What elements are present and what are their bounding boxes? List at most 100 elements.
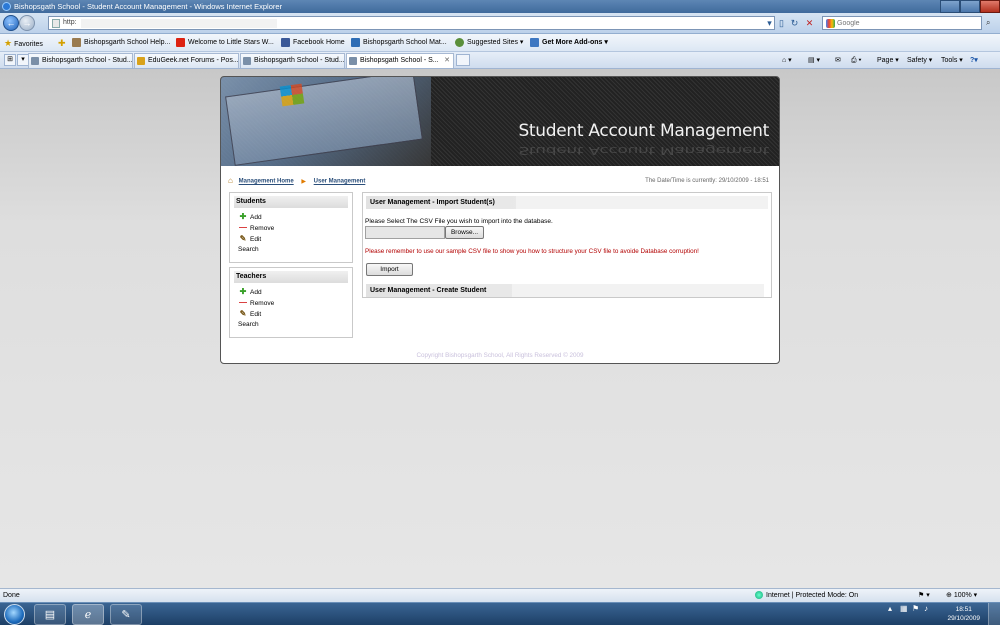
suggested-sites-button[interactable]: Suggested Sites ▾	[455, 34, 523, 52]
status-text: Done	[3, 592, 20, 599]
back-button[interactable]: ←	[3, 15, 19, 31]
breadcrumb-management-home[interactable]: Management Home	[239, 179, 294, 185]
tools-menu[interactable]: Tools ▾	[941, 52, 963, 69]
tab-bar: ⊞ ▾ Bishopsgarth School - Stud... EduGee…	[0, 52, 1000, 69]
students-search-link[interactable]: ⌕Search	[230, 244, 352, 255]
quick-tabs-icon[interactable]: ⊞	[4, 54, 16, 66]
page-menu[interactable]: Page ▾	[877, 52, 899, 69]
internet-explorer-icon: ℯ	[84, 609, 92, 621]
start-button[interactable]	[4, 604, 25, 625]
breadcrumb-user-management[interactable]: User Management	[314, 179, 366, 185]
address-url: http:	[63, 19, 77, 26]
favorite-link-little-stars[interactable]: Welcome to Little Stars W...	[176, 34, 274, 52]
feeds-icon[interactable]: ▤ ▾	[808, 52, 820, 69]
teachers-heading: Teachers	[234, 271, 348, 283]
favorite-link-help[interactable]: Bishopsgarth School Help...	[72, 34, 170, 52]
status-bar: Done Internet | Protected Mode: On ⚑ ▾ ⊕…	[0, 588, 1000, 602]
remove-icon: —	[239, 298, 247, 307]
suggested-sites-icon	[455, 37, 464, 47]
students-panel: Students ✚Add —Remove ✎Edit ⌕Search	[229, 192, 353, 263]
help-menu[interactable]: ?▾	[970, 52, 978, 69]
address-url-redacted	[81, 19, 277, 28]
taskbar-paint[interactable]: ✎	[110, 604, 142, 625]
print-icon[interactable]: ⎙ ▾	[851, 52, 862, 69]
teachers-edit-link[interactable]: ✎ Edit	[230, 308, 352, 319]
current-datetime: The Date/Time is currently: 29/10/2009 -…	[645, 178, 769, 184]
new-tab-button[interactable]	[456, 54, 470, 66]
google-icon	[826, 19, 835, 28]
tab-favicon-icon	[243, 57, 251, 65]
tab-favicon-icon	[137, 57, 145, 65]
tab-4-active[interactable]: Bishopsgath School - S... ✕	[346, 53, 454, 68]
favorite-link-home[interactable]: Home	[326, 34, 345, 52]
forward-button[interactable]: →	[19, 15, 35, 31]
read-mail-icon[interactable]: ✉	[835, 52, 841, 69]
system-tray: ▴ ▦ ⚑ ♪ 18:51 29/10/2009	[888, 603, 1000, 625]
taskbar-internet-explorer[interactable]: ℯ	[72, 604, 104, 625]
address-dropdown-icon[interactable]: ▾	[764, 17, 775, 29]
user-management-panel: User Management - Import Student(s) Plea…	[362, 192, 772, 298]
window-title-bar: Bishopsgath School - Student Account Man…	[0, 0, 1000, 13]
breadcrumb: ⌂ Management Home ▶ User Management	[228, 177, 365, 185]
teachers-remove-link[interactable]: — Remove	[230, 297, 352, 308]
favorites-button[interactable]: ★ Favorites	[4, 34, 43, 54]
address-field[interactable]: http:	[48, 16, 775, 30]
minimize-button[interactable]	[940, 0, 960, 13]
maximize-button[interactable]	[960, 0, 980, 13]
web-page: Student Account Management Student Accou…	[220, 76, 780, 364]
compatibility-view-icon[interactable]: ▯	[776, 17, 787, 29]
safety-menu[interactable]: Safety ▾	[907, 52, 932, 69]
folder-icon: ▤	[44, 609, 56, 621]
import-button[interactable]: Import	[366, 263, 413, 276]
security-zone[interactable]: Internet | Protected Mode: On	[755, 589, 858, 602]
home-icon[interactable]: ⌂ ▾	[782, 52, 792, 69]
zoom-level[interactable]: ⊕ 100% ▾	[946, 589, 977, 602]
tab-2[interactable]: EduGeek.net Forums - Pos...	[134, 53, 239, 68]
windows-logo-image	[279, 83, 305, 107]
clock-time: 18:51	[955, 606, 972, 613]
page-favicon-icon	[72, 37, 81, 47]
create-student-section-heading: User Management - Create Student	[366, 284, 764, 297]
students-remove-link[interactable]: — Remove	[230, 222, 352, 233]
window-title: Bishopsgath School - Student Account Man…	[14, 2, 283, 11]
tab-3[interactable]: Bishopsgarth School - Stud...	[240, 53, 345, 68]
show-hidden-icons[interactable]: ▴	[888, 604, 896, 613]
add-to-favorites-icon[interactable]: ✚	[58, 34, 68, 54]
add-icon: ✚	[239, 287, 247, 296]
students-add-link[interactable]: ✚ Add	[230, 211, 352, 222]
taskbar-clock[interactable]: 18:51 29/10/2009	[947, 605, 980, 623]
star-favicon-icon	[176, 37, 185, 47]
remove-icon: —	[239, 223, 247, 232]
header-banner: Student Account Management Student Accou…	[221, 77, 779, 166]
teachers-search-link[interactable]: ⌕Search	[230, 319, 352, 330]
banner-title: Student Account Management	[518, 121, 769, 141]
favorite-link-bishopsgarth-mat[interactable]: Bishopsgarth School Mat...	[351, 34, 447, 52]
browse-button[interactable]: Browse...	[445, 226, 484, 239]
protected-mode-icon[interactable]: ⚑ ▾	[918, 589, 930, 602]
favorite-link-facebook[interactable]: Facebook	[281, 34, 324, 52]
action-center-icon[interactable]: ⚑	[912, 604, 920, 613]
teachers-add-link[interactable]: ✚ Add	[230, 286, 352, 297]
paint-icon: ✎	[121, 609, 131, 621]
tab-1[interactable]: Bishopsgarth School - Stud...	[28, 53, 133, 68]
stop-icon[interactable]: ✕	[804, 17, 815, 29]
import-prompt: Please Select The CSV File you wish to i…	[365, 218, 553, 225]
search-box[interactable]	[822, 16, 982, 30]
network-icon[interactable]: ▦	[900, 604, 908, 613]
refresh-icon[interactable]: ↻	[789, 17, 800, 29]
facebook-icon	[281, 37, 290, 47]
csv-file-input[interactable]	[365, 226, 445, 239]
close-window-button[interactable]	[980, 0, 1000, 13]
edit-icon: ✎	[239, 309, 247, 318]
show-desktop-button[interactable]	[988, 603, 1000, 625]
taskbar-windows-explorer[interactable]: ▤	[34, 604, 66, 625]
browser-content: Student Account Management Student Accou…	[0, 69, 1000, 588]
home-icon: ⌂	[228, 176, 233, 185]
search-input[interactable]	[837, 18, 977, 28]
close-tab-icon[interactable]: ✕	[444, 54, 450, 68]
students-edit-link[interactable]: ✎ Edit	[230, 233, 352, 244]
search-icon[interactable]: ⌕	[986, 18, 996, 28]
page-icon	[52, 19, 60, 28]
volume-icon[interactable]: ♪	[924, 604, 932, 613]
get-more-addons-button[interactable]: Get More Add-ons ▾	[530, 34, 608, 52]
